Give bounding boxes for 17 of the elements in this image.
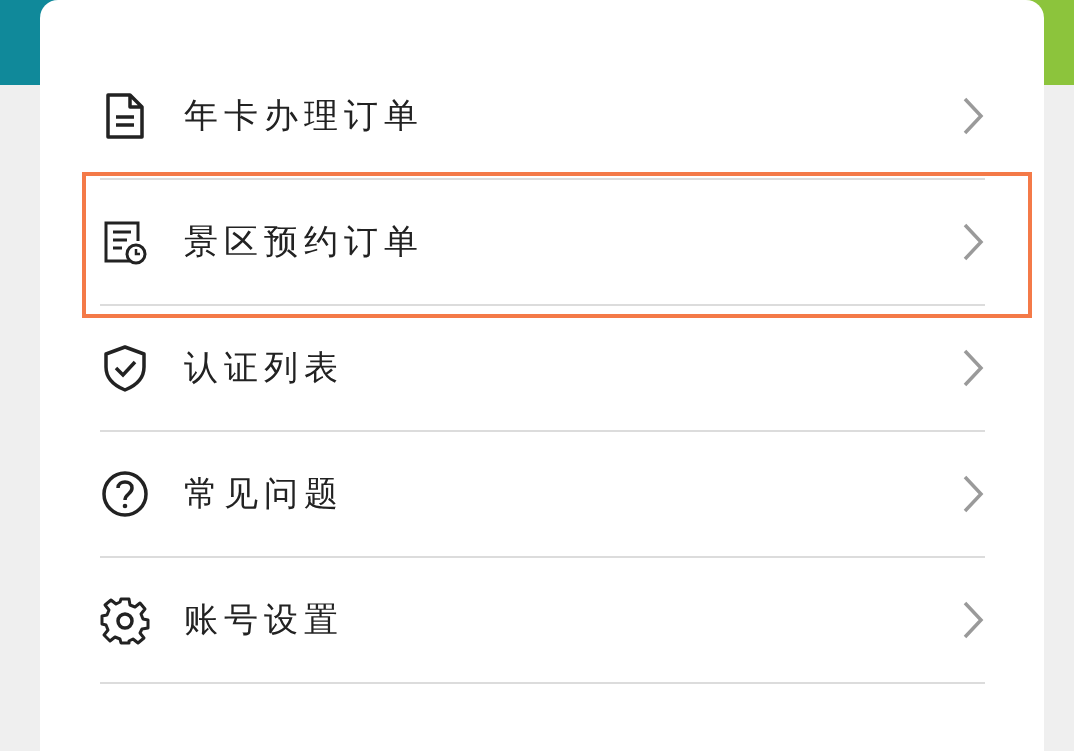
menu-item[interactable]: 年卡办理订单	[100, 54, 985, 180]
menu-label: 景区预约订单	[184, 220, 425, 263]
menu-label: 认证列表	[184, 346, 345, 389]
menu-item[interactable]: 常见问题	[100, 432, 985, 558]
settings-icon	[100, 595, 150, 645]
menu-item[interactable]: 认证列表	[100, 306, 985, 432]
chevron-icon	[961, 222, 985, 262]
chevron-icon	[961, 600, 985, 640]
help-icon	[100, 469, 150, 519]
chevron-icon	[961, 96, 985, 136]
menu-label: 年卡办理订单	[184, 94, 425, 137]
menu-item[interactable]: 景区预约订单	[100, 180, 985, 306]
chevron-icon	[961, 348, 985, 388]
menu-label: 常见问题	[184, 472, 345, 515]
menu-item[interactable]: 账号设置	[100, 558, 985, 684]
menu-label: 账号设置	[184, 598, 345, 641]
chevron-icon	[961, 474, 985, 514]
